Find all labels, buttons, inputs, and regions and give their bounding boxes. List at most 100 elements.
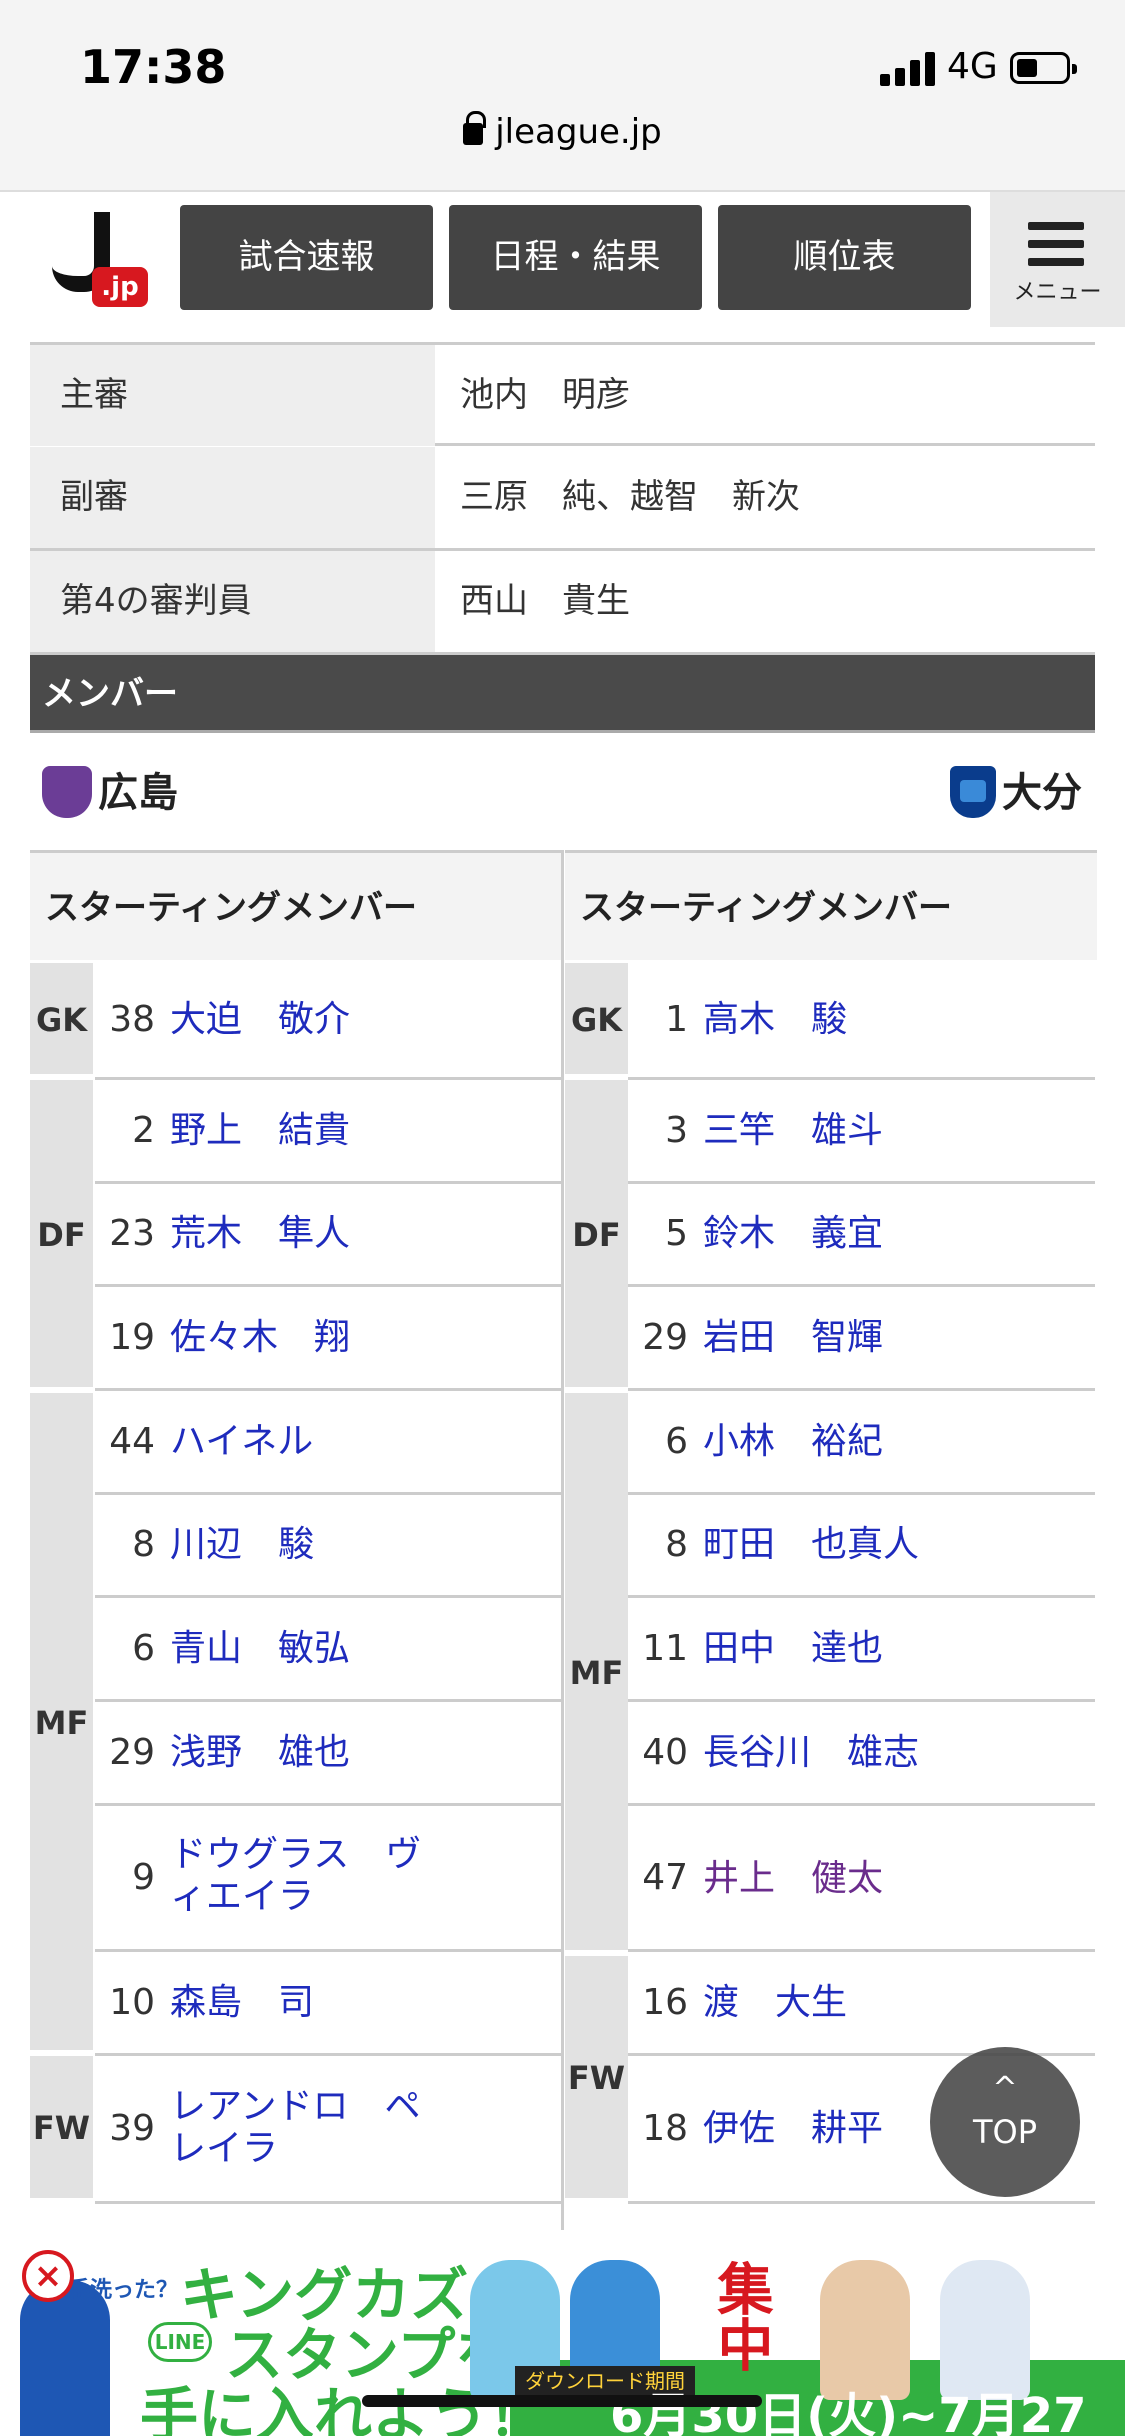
player-name-link[interactable]: 荒木 隼人 — [170, 1213, 350, 1255]
player-name-link[interactable]: 大迫 敬介 — [170, 999, 350, 1041]
away-pos-df: DF — [565, 1080, 628, 1390]
player-number: 11 — [642, 1628, 688, 1669]
player-row[interactable]: 11 田中 達也 — [628, 1598, 1095, 1702]
player-row[interactable]: 9 ドウグラス ヴィエイラ — [95, 1806, 561, 1952]
official-name: 三原 純、越智 新次 — [460, 477, 800, 517]
away-starting-header: スターティングメンバー — [565, 850, 1097, 960]
player-number: 38 — [109, 999, 155, 1040]
official-row: 副審 三原 純、越智 新次 — [30, 447, 1095, 551]
player-row[interactable]: 2 野上 結貴 — [95, 1080, 561, 1184]
home-pos-df: DF — [30, 1080, 93, 1390]
player-row[interactable]: 5 鈴木 義宜 — [628, 1184, 1095, 1287]
player-name-link[interactable]: 野上 結貴 — [170, 1110, 350, 1152]
section-title: メンバー — [30, 655, 1095, 733]
player-name-link[interactable]: 町田 也真人 — [703, 1524, 919, 1566]
home-starting-header: スターティングメンバー — [30, 850, 562, 960]
player-number: 47 — [642, 1857, 688, 1898]
player-name-link[interactable]: 長谷川 雄志 — [703, 1732, 919, 1774]
player-row[interactable]: 6 青山 敏弘 — [95, 1598, 561, 1702]
ad-wash-text: 手洗った？ — [68, 2278, 179, 2303]
player-name-link[interactable]: ドウグラス ヴィエイラ — [170, 1834, 421, 1918]
player-name-link[interactable]: 浅野 雄也 — [170, 1732, 350, 1774]
player-row[interactable]: 6 小林 裕紀 — [628, 1391, 1095, 1495]
player-name-link[interactable]: 川辺 駿 — [170, 1524, 314, 1566]
player-number: 9 — [132, 1857, 155, 1898]
player-number: 3 — [665, 1110, 688, 1151]
official-role: 主審 — [30, 345, 435, 446]
player-number: 39 — [109, 2108, 155, 2149]
away-team-name[interactable]: 大分 — [1002, 760, 1082, 818]
player-number: 29 — [642, 1317, 688, 1358]
player-row[interactable]: 8 川辺 駿 — [95, 1495, 561, 1598]
player-number: 18 — [642, 2108, 688, 2149]
signal-icon — [880, 52, 936, 86]
line-icon: LINE — [148, 2322, 212, 2362]
jleague-logo[interactable]: .jp — [52, 212, 152, 312]
player-number: 23 — [109, 1213, 155, 1254]
player-number: 2 — [132, 1110, 155, 1151]
url-bar[interactable]: jleague.jp — [0, 111, 1125, 152]
home-pos-gk: GK — [30, 963, 93, 1077]
home-pos-fw: FW — [30, 2056, 93, 2201]
player-row[interactable]: 8 町田 也真人 — [628, 1495, 1095, 1598]
player-row[interactable]: 38 大迫 敬介 — [95, 963, 561, 1080]
player-number: 1 — [665, 999, 688, 1040]
player-name-link[interactable]: 岩田 智輝 — [703, 1317, 883, 1359]
home-team-name[interactable]: 広島 — [98, 760, 178, 818]
logo-jp: .jp — [92, 267, 148, 307]
close-icon[interactable]: × — [22, 2250, 74, 2302]
player-number: 29 — [109, 1732, 155, 1773]
ad-headline-tag: 集中 — [708, 2260, 773, 2372]
away-pos-fw: FW — [565, 1956, 628, 2201]
player-row[interactable]: 19 佐々木 翔 — [95, 1287, 561, 1391]
menu-label: メニュー — [1013, 280, 1102, 305]
player-row[interactable]: 1 高木 駿 — [628, 963, 1095, 1080]
nav-standings[interactable]: 順位表 — [718, 205, 971, 310]
player-name-link[interactable]: ハイネル — [170, 1421, 313, 1463]
nav-schedule-results[interactable]: 日程・結果 — [449, 205, 702, 310]
player-row[interactable]: 29 岩田 智輝 — [628, 1287, 1095, 1391]
lock-icon — [463, 111, 487, 145]
player-row[interactable]: 29 浅野 雄也 — [95, 1702, 561, 1806]
player-name-link[interactable]: 鈴木 義宜 — [703, 1213, 883, 1255]
site-header: .jp 試合速報 日程・結果 順位表 メニュー — [0, 190, 1125, 327]
player-row[interactable]: 39 レアンドロ ペレイラ — [95, 2056, 561, 2204]
player-name-link[interactable]: 佐々木 翔 — [170, 1317, 350, 1359]
menu-button[interactable]: メニュー — [990, 192, 1125, 327]
player-row[interactable]: 16 渡 大生 — [628, 1952, 1095, 2056]
player-row[interactable]: 47 井上 健太 — [628, 1806, 1095, 1952]
player-row[interactable]: 40 長谷川 雄志 — [628, 1702, 1095, 1806]
away-pos-gk: GK — [565, 963, 628, 1077]
top-label: TOP — [972, 2113, 1038, 2151]
player-row[interactable]: 23 荒木 隼人 — [95, 1184, 561, 1287]
player-number: 6 — [665, 1421, 688, 1462]
official-row: 第4の審判員 西山 貴生 — [30, 551, 1095, 655]
player-name-link[interactable]: 森島 司 — [170, 1982, 314, 2024]
player-name-link[interactable]: 田中 達也 — [703, 1628, 883, 1670]
player-name-link[interactable]: 伊佐 耕平 — [703, 2108, 883, 2150]
player-number: 6 — [132, 1628, 155, 1669]
player-number: 16 — [642, 1982, 688, 2023]
player-row[interactable]: 10 森島 司 — [95, 1952, 561, 2056]
player-name-link[interactable]: 高木 駿 — [703, 999, 847, 1041]
official-role: 副審 — [30, 447, 435, 548]
network-type: 4G — [947, 46, 998, 87]
player-row[interactable]: 3 三竿 雄斗 — [628, 1080, 1095, 1184]
caret-up-icon: ^ — [992, 2071, 1018, 2106]
hamburger-icon — [1028, 222, 1084, 268]
player-name-link[interactable]: 青山 敏弘 — [170, 1628, 350, 1670]
nav-live-scores[interactable]: 試合速報 — [180, 205, 433, 310]
official-name: 西山 貴生 — [460, 581, 630, 621]
status-bar: 17:38 4G jleague.jp — [0, 0, 1125, 190]
player-number: 19 — [109, 1317, 155, 1358]
player-number: 5 — [665, 1213, 688, 1254]
player-name-link[interactable]: 渡 大生 — [703, 1982, 847, 2024]
official-role: 第4の審判員 — [30, 551, 435, 652]
player-number: 8 — [132, 1524, 155, 1565]
player-name-link[interactable]: 小林 裕紀 — [703, 1421, 883, 1463]
scroll-top-button[interactable]: ^ TOP — [930, 2047, 1080, 2197]
player-name-link[interactable]: 三竿 雄斗 — [703, 1110, 883, 1152]
player-row[interactable]: 44 ハイネル — [95, 1391, 561, 1495]
player-name-link[interactable]: 井上 健太 — [703, 1858, 883, 1900]
player-name-link[interactable]: レアンドロ ペレイラ — [170, 2086, 421, 2170]
